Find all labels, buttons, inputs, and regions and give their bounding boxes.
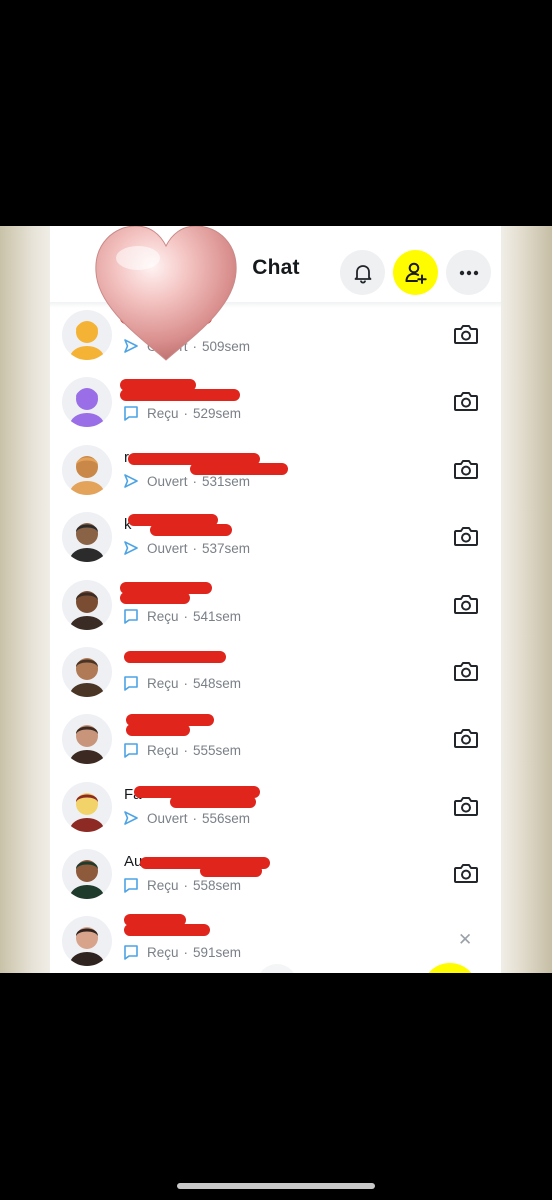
redaction-mark bbox=[126, 724, 190, 736]
camera-icon[interactable] bbox=[453, 322, 479, 346]
redaction-mark bbox=[120, 389, 240, 401]
add-friend-icon bbox=[405, 262, 427, 284]
chat-bubble-icon bbox=[123, 675, 139, 691]
chat-bubble-icon bbox=[123, 405, 139, 421]
status-separator: · bbox=[192, 473, 198, 489]
camera-icon[interactable] bbox=[453, 457, 479, 481]
more-dots-icon bbox=[459, 270, 478, 275]
chat-row[interactable]: Reçu · 555sem bbox=[50, 706, 501, 773]
chat-row[interactable]: Au Reçu · 558sem bbox=[50, 841, 501, 908]
add-friend-button[interactable] bbox=[393, 250, 438, 295]
avatar[interactable] bbox=[62, 512, 112, 562]
avatar[interactable] bbox=[62, 445, 112, 495]
chat-screen: Chat · 509sem Reçu · 529sem r Ouvert · 5… bbox=[50, 226, 501, 973]
status-separator: · bbox=[183, 742, 189, 758]
chat-status: Reçu · 591sem bbox=[123, 943, 241, 961]
camera-icon[interactable] bbox=[453, 659, 479, 683]
avatar[interactable] bbox=[62, 377, 112, 427]
avatar[interactable] bbox=[62, 647, 112, 697]
photo-frame: Chat · 509sem Reçu · 529sem r Ouvert · 5… bbox=[0, 226, 552, 973]
chat-row[interactable]: Reçu · 541sem bbox=[50, 572, 501, 639]
status-separator: · bbox=[183, 608, 189, 624]
status-time: 555sem bbox=[193, 742, 242, 758]
sent-arrow-icon bbox=[123, 540, 139, 556]
chat-bubble-icon bbox=[123, 877, 139, 893]
avatar[interactable] bbox=[62, 580, 112, 630]
status-time: 556sem bbox=[202, 810, 251, 826]
heart-sticker bbox=[95, 226, 237, 361]
status-label: Ouvert bbox=[147, 810, 188, 826]
status-separator: · bbox=[192, 540, 198, 556]
chat-status: Reçu · 555sem bbox=[123, 741, 241, 759]
status-label: Reçu bbox=[147, 675, 179, 691]
more-options-button[interactable] bbox=[446, 250, 491, 295]
status-time: 591sem bbox=[193, 944, 242, 960]
chat-bubble-icon bbox=[123, 742, 139, 758]
status-separator: · bbox=[192, 810, 198, 826]
chat-status: Ouvert · 556sem bbox=[123, 809, 250, 827]
status-separator: · bbox=[183, 675, 189, 691]
avatar[interactable] bbox=[62, 782, 112, 832]
redaction-mark bbox=[124, 924, 210, 936]
status-separator: · bbox=[183, 944, 189, 960]
chat-row[interactable]: r Ouvert · 531sem bbox=[50, 437, 501, 504]
status-label: Ouvert bbox=[147, 473, 188, 489]
redaction-mark bbox=[120, 592, 190, 604]
chat-row[interactable]: k Ouvert · 537sem bbox=[50, 504, 501, 571]
bell-icon bbox=[354, 264, 371, 284]
camera-icon[interactable] bbox=[453, 389, 479, 413]
camera-icon[interactable] bbox=[453, 524, 479, 548]
camera-icon[interactable] bbox=[453, 861, 479, 885]
status-label: Reçu bbox=[147, 608, 179, 624]
status-time: 537sem bbox=[202, 540, 251, 556]
redaction-mark bbox=[124, 651, 226, 663]
status-label: Ouvert bbox=[147, 540, 188, 556]
redaction-mark bbox=[190, 463, 288, 475]
chat-status: Reçu · 529sem bbox=[123, 404, 241, 422]
status-separator: · bbox=[183, 405, 189, 421]
camera-icon[interactable] bbox=[453, 726, 479, 750]
chat-bubble-icon bbox=[123, 944, 139, 960]
page-title: Chat bbox=[252, 256, 300, 279]
camera-icon[interactable] bbox=[453, 794, 479, 818]
chat-status: Ouvert · 537sem bbox=[123, 539, 250, 557]
avatar[interactable] bbox=[62, 714, 112, 764]
sent-arrow-icon bbox=[123, 473, 139, 489]
redaction-mark bbox=[200, 865, 262, 877]
notifications-button[interactable] bbox=[340, 250, 385, 295]
status-time: 529sem bbox=[193, 405, 242, 421]
chat-row[interactable]: Fa Ouvert · 556sem bbox=[50, 774, 501, 841]
chat-row[interactable]: Reçu · 529sem bbox=[50, 369, 501, 436]
status-separator: · bbox=[183, 877, 189, 893]
status-time: 558sem bbox=[193, 877, 242, 893]
avatar[interactable] bbox=[62, 916, 112, 966]
chat-status: Reçu · 541sem bbox=[123, 607, 241, 625]
close-icon[interactable]: ✕ bbox=[458, 930, 472, 950]
chat-bubble-icon bbox=[123, 608, 139, 624]
status-label: Reçu bbox=[147, 405, 179, 421]
status-time: 531sem bbox=[202, 473, 251, 489]
sent-arrow-icon bbox=[123, 810, 139, 826]
redaction-mark bbox=[150, 524, 232, 536]
avatar[interactable] bbox=[62, 849, 112, 899]
status-time: 548sem bbox=[193, 675, 242, 691]
status-label: Reçu bbox=[147, 944, 179, 960]
chat-status: Reçu · 558sem bbox=[123, 876, 241, 894]
chat-status: Reçu · 548sem bbox=[123, 674, 241, 692]
camera-icon[interactable] bbox=[453, 592, 479, 616]
status-time: 541sem bbox=[193, 608, 242, 624]
chat-row[interactable]: Reçu · 548sem bbox=[50, 639, 501, 706]
home-indicator bbox=[177, 1183, 375, 1189]
status-label: Reçu bbox=[147, 742, 179, 758]
redaction-mark bbox=[170, 796, 256, 808]
status-label: Reçu bbox=[147, 877, 179, 893]
